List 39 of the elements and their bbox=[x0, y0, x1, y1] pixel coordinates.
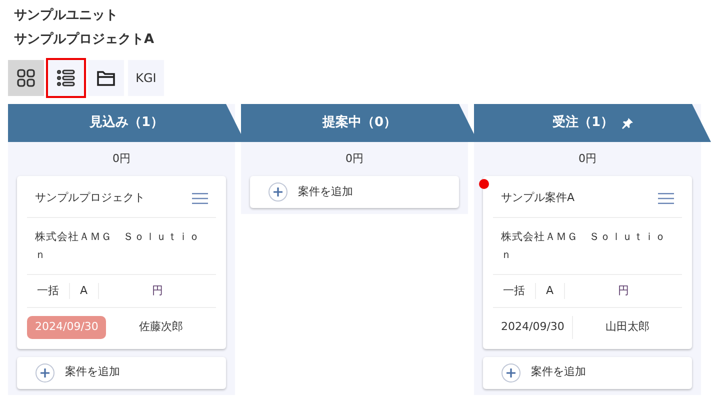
menu-icon[interactable] bbox=[658, 192, 674, 204]
amount: 円 bbox=[150, 282, 164, 298]
breadcrumb-text: サンプルプロジェクトA bbox=[14, 30, 156, 49]
plus-icon bbox=[501, 362, 521, 382]
kgi-button[interactable]: KGI bbox=[128, 60, 164, 96]
folder-icon bbox=[97, 70, 115, 86]
add-deal-button[interactable]: 案件を追加 bbox=[17, 356, 226, 388]
rank: A bbox=[70, 282, 99, 299]
column-total: 0円 bbox=[344, 151, 364, 167]
breadcrumb-text: サンプルユニット bbox=[14, 6, 119, 25]
card-title: サンプルプロジェクト bbox=[35, 190, 145, 206]
add-deal-button[interactable]: 案件を追加 bbox=[250, 176, 459, 208]
payment-type: 一括 bbox=[27, 282, 70, 299]
view-button[interactable] bbox=[48, 60, 84, 96]
due-date: 2024/09/30 bbox=[27, 316, 106, 338]
list-icon bbox=[57, 69, 75, 87]
payment-type: 一括 bbox=[493, 282, 536, 299]
column-total: 0円 bbox=[578, 151, 598, 167]
amount: 円 bbox=[616, 282, 630, 298]
plus-icon bbox=[268, 182, 288, 202]
card-title: サンプル案件A bbox=[501, 190, 575, 206]
deal-card[interactable]: サンプルプロジェクト 株式会社ＡＭＧ Ｓｏｌｕｔｉｏｎ 一括 A 円 2024/09/30 佐藤次郎 bbox=[17, 176, 226, 348]
assignee-name: 山田太郎 bbox=[604, 319, 651, 335]
due-date: 2024/09/30 bbox=[493, 316, 574, 338]
column-title: 見込み（1） bbox=[89, 114, 164, 132]
column-title: 提案中（0） bbox=[322, 114, 397, 132]
view-button[interactable] bbox=[88, 60, 124, 96]
company-name: 株式会社ＡＭＧ Ｓｏｌｕｔｉｏｎ bbox=[501, 230, 667, 262]
view-button[interactable] bbox=[8, 60, 44, 96]
pin-icon[interactable] bbox=[622, 118, 633, 128]
column-total: 0円 bbox=[112, 151, 132, 167]
assignee-name: 佐藤次郎 bbox=[138, 319, 184, 335]
menu-icon[interactable] bbox=[192, 192, 208, 204]
add-deal-button[interactable]: 案件を追加 bbox=[483, 356, 692, 388]
grid-icon bbox=[17, 69, 35, 87]
rank: A bbox=[536, 282, 565, 299]
column-title: 受注（1） bbox=[552, 114, 614, 132]
company-name: 株式会社ＡＭＧ Ｓｏｌｕｔｉｏｎ bbox=[35, 230, 201, 262]
plus-icon bbox=[35, 362, 55, 382]
